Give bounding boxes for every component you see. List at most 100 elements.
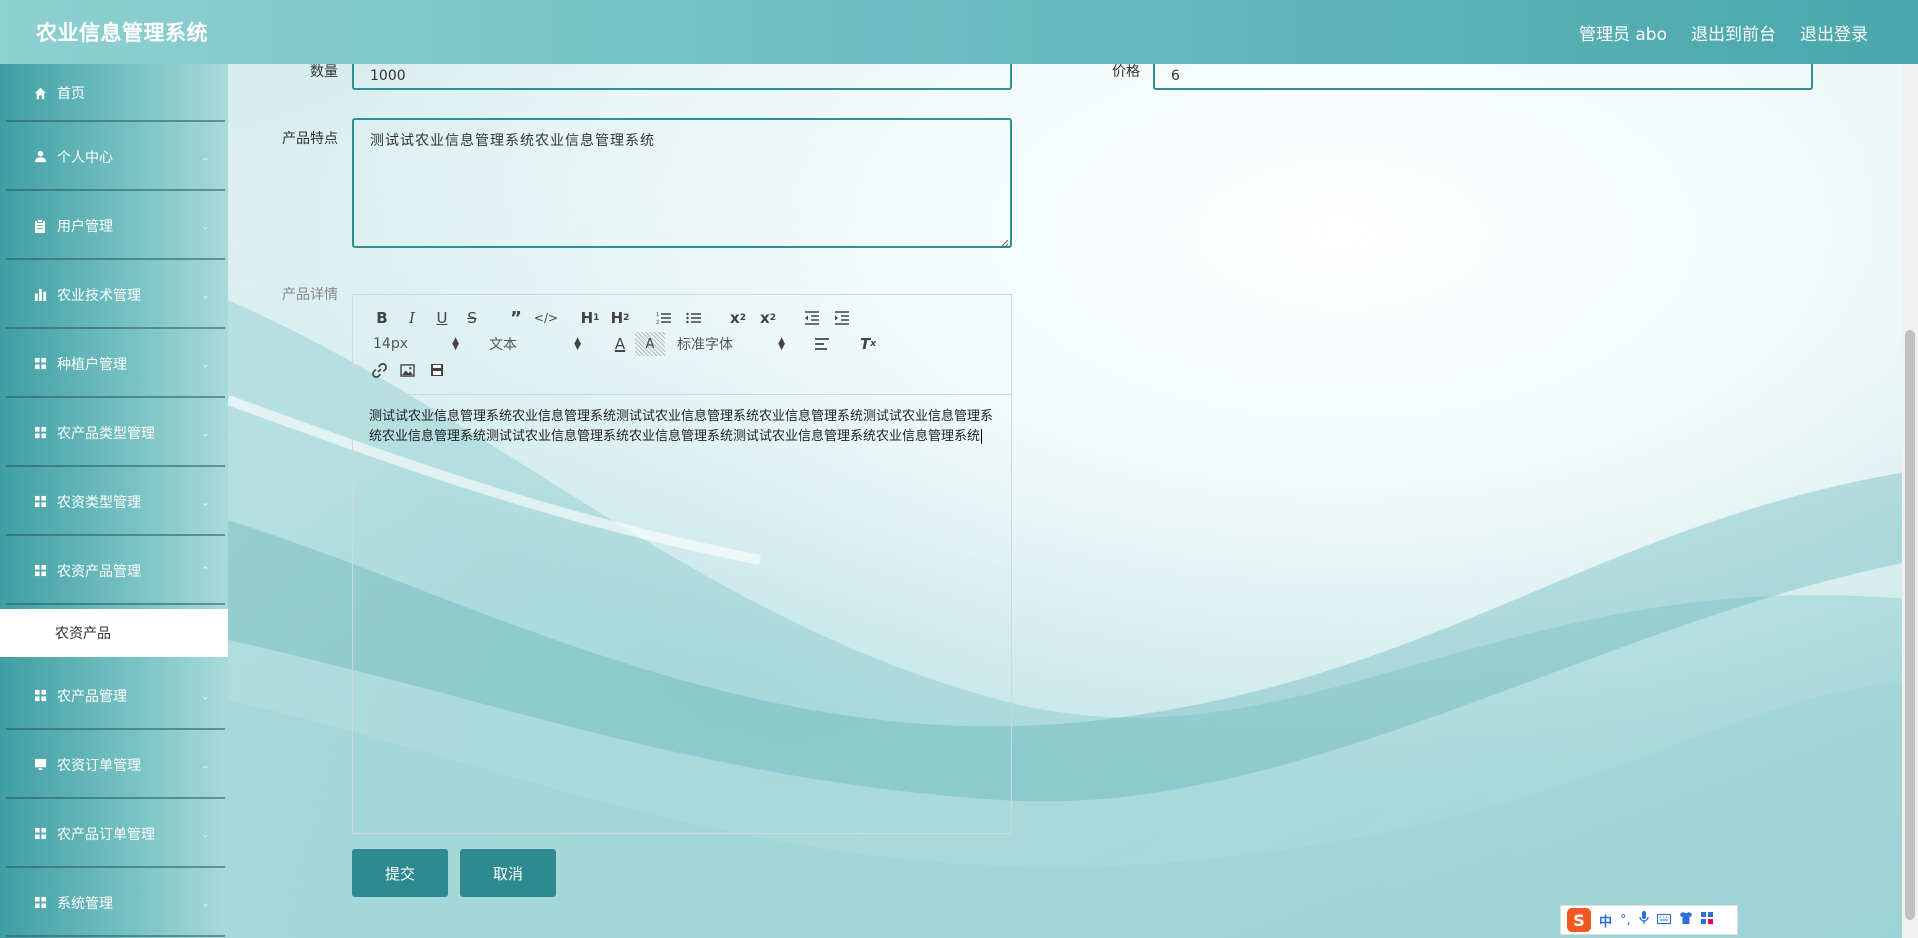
- submenu: 农资产品: [0, 605, 228, 661]
- svg-text:1: 1: [656, 312, 659, 318]
- punctuation-icon[interactable]: °,: [1620, 913, 1631, 928]
- sidebar-item-label: 农资类型管理: [57, 494, 141, 511]
- sidebar-item-label: 个人中心: [57, 149, 113, 166]
- editor-content[interactable]: 测试试农业信息管理系统农业信息管理系统测试试农业信息管理系统农业信息管理系统测试…: [353, 395, 1011, 459]
- sogou-logo-icon[interactable]: S: [1567, 908, 1591, 932]
- font-size-select[interactable]: 14px ▲ ▼: [367, 336, 459, 352]
- monitor-icon: [33, 758, 47, 772]
- chevron-down-icon: ⌄: [200, 758, 210, 771]
- user-icon: [33, 150, 47, 164]
- sidebar-item-label: 用户管理: [57, 218, 113, 235]
- top-header: 农业信息管理系统 管理员 abo 退出到前台 退出登录: [0, 0, 1918, 64]
- clear-format-icon[interactable]: Tx: [853, 332, 883, 356]
- editor-toolbar: B I U S ” </> H1 H2 12 x2 x2 14px ▲ ▼ 文本…: [353, 295, 1011, 395]
- font-family-value: 标准字体: [677, 337, 733, 353]
- chevron-down-icon: ⌄: [200, 495, 210, 508]
- select-arrows-icon: ▲ ▼: [778, 336, 785, 352]
- resize-handle-icon[interactable]: [999, 236, 1009, 249]
- select-arrows-icon: ▲ ▼: [574, 336, 581, 352]
- sidebar-item-label: 首页: [57, 86, 85, 102]
- sidebar-item-product-order-management[interactable]: 农产品订单管理 ⌄: [0, 799, 228, 868]
- link-icon[interactable]: [367, 358, 391, 382]
- grid-icon: [33, 827, 47, 841]
- sidebar-item-supply-type-management[interactable]: 农资类型管理 ⌄: [0, 467, 228, 536]
- rich-text-editor: B I U S ” </> H1 H2 12 x2 x2 14px ▲ ▼ 文本…: [352, 294, 1012, 834]
- sidebar-item-user-management[interactable]: 用户管理 ⌄: [0, 191, 228, 260]
- sidebar-item-system-management[interactable]: 系统管理 ⌄: [0, 868, 228, 937]
- font-family-select[interactable]: 标准字体 ▲ ▼: [677, 334, 785, 354]
- sidebar-item-grower-management[interactable]: 种植户管理 ⌄: [0, 329, 228, 398]
- sidebar-item-agri-tech[interactable]: 农业技术管理 ⌄: [0, 260, 228, 329]
- grid-icon: [33, 495, 47, 509]
- page-scrollbar[interactable]: [1902, 64, 1918, 938]
- sidebar-subitem-supply-product[interactable]: 农资产品: [0, 609, 228, 657]
- superscript-icon[interactable]: x2: [753, 306, 783, 330]
- outdent-icon[interactable]: [797, 306, 827, 330]
- home-icon: [33, 86, 47, 100]
- sidebar-item-label: 农产品类型管理: [57, 425, 155, 442]
- app-title: 农业信息管理系统: [36, 21, 208, 45]
- bullet-list-icon[interactable]: [679, 306, 709, 330]
- video-icon[interactable]: [423, 358, 451, 382]
- text-style-select[interactable]: 文本 ▲ ▼: [489, 334, 581, 354]
- bar-chart-icon: [33, 288, 47, 302]
- features-text: 测试试农业信息管理系统农业信息管理系统: [370, 133, 655, 149]
- sidebar-item-label: 种植户管理: [57, 356, 127, 373]
- logout-link[interactable]: 退出登录: [1800, 20, 1868, 45]
- keyboard-icon[interactable]: [1656, 913, 1671, 928]
- admin-user-label[interactable]: 管理员 abo: [1579, 20, 1667, 45]
- subscript-icon[interactable]: x2: [723, 306, 753, 330]
- microphone-icon[interactable]: [1639, 911, 1649, 929]
- chevron-down-icon: ⌄: [200, 219, 210, 232]
- heading1-icon[interactable]: H1: [575, 306, 605, 330]
- sidebar-item-home[interactable]: 首页: [0, 64, 228, 122]
- code-block-icon[interactable]: </>: [531, 306, 561, 330]
- indent-icon[interactable]: [827, 306, 857, 330]
- ime-toolbar: S 中 °,: [1560, 905, 1738, 935]
- chevron-up-icon: ⌃: [200, 564, 210, 577]
- align-left-icon[interactable]: [807, 332, 837, 356]
- chevron-down-icon: ⌄: [200, 689, 210, 702]
- frontend-link[interactable]: 退出到前台: [1691, 20, 1776, 45]
- grid-icon: [33, 357, 47, 371]
- heading2-icon[interactable]: H2: [605, 306, 635, 330]
- scrollbar-thumb[interactable]: [1905, 330, 1915, 920]
- clipboard-icon: [33, 218, 47, 233]
- sidebar-item-supply-product-management[interactable]: 农资产品管理 ⌃: [0, 536, 228, 605]
- grid-icon: [33, 426, 47, 440]
- image-icon[interactable]: [391, 358, 423, 382]
- features-textarea[interactable]: 测试试农业信息管理系统农业信息管理系统: [352, 118, 1012, 249]
- sidebar-item-product-management[interactable]: 农产品管理 ⌄: [0, 661, 228, 730]
- bold-icon[interactable]: B: [367, 306, 397, 330]
- background-color-icon[interactable]: A: [635, 332, 665, 356]
- sidebar-item-product-type-management[interactable]: 农产品类型管理 ⌄: [0, 398, 228, 467]
- strikethrough-icon[interactable]: S: [457, 306, 487, 330]
- grid-icon: [33, 896, 47, 910]
- sidebar-item-label: 农产品管理: [57, 688, 127, 705]
- chevron-down-icon: ⌄: [200, 426, 210, 439]
- cancel-button[interactable]: 取消: [460, 849, 556, 897]
- chevron-down-icon: ⌄: [200, 288, 210, 301]
- font-color-icon[interactable]: A: [605, 332, 635, 356]
- toolbox-grid-icon[interactable]: [1700, 912, 1713, 928]
- select-arrows-icon: ▲ ▼: [452, 336, 459, 352]
- quantity-label: 数量: [310, 64, 338, 80]
- features-label: 产品特点: [282, 131, 338, 147]
- grid-icon: [33, 689, 47, 703]
- sidebar-item-personal-center[interactable]: 个人中心 ⌄: [0, 122, 228, 191]
- underline-icon[interactable]: U: [427, 306, 457, 330]
- italic-icon[interactable]: I: [397, 306, 427, 330]
- ime-mode-indicator[interactable]: 中: [1599, 911, 1612, 930]
- ordered-list-icon[interactable]: 12: [649, 306, 679, 330]
- editor-text: 测试试农业信息管理系统农业信息管理系统测试试农业信息管理系统农业信息管理系统测试…: [369, 409, 994, 444]
- sidebar-item-label: 农资产品管理: [57, 563, 141, 580]
- chevron-down-icon: ⌄: [200, 357, 210, 370]
- skin-shirt-icon[interactable]: [1679, 912, 1693, 928]
- text-cursor: [981, 429, 983, 444]
- svg-text:2: 2: [656, 320, 659, 325]
- blockquote-icon[interactable]: ”: [501, 306, 531, 330]
- details-label: 产品详情: [282, 287, 338, 303]
- sidebar-item-supply-order-management[interactable]: 农资订单管理 ⌄: [0, 730, 228, 799]
- submit-button[interactable]: 提交: [352, 849, 448, 897]
- sidebar-item-label: 系统管理: [57, 895, 113, 912]
